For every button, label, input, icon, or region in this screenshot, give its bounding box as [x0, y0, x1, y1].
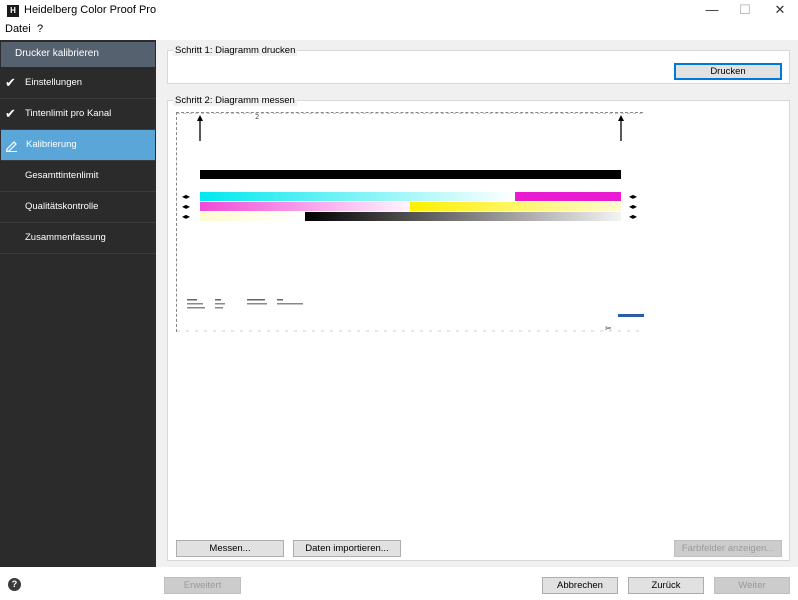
- sidebar-item-label: Zusammenfassung: [25, 232, 106, 243]
- sidebar-item-zusammenfassung[interactable]: Zusammenfassung: [0, 223, 156, 254]
- cancel-button[interactable]: Abbrechen: [542, 577, 618, 594]
- maximize-icon[interactable]: ☐: [728, 0, 762, 22]
- sidebar-item-label: Kalibrierung: [26, 139, 77, 150]
- title-bar: H Heidelberg Color Proof Pro — ☐ ✕: [0, 0, 798, 22]
- next-button[interactable]: Weiter: [714, 577, 790, 594]
- sidebar-item-label: Qualitätskontrolle: [25, 201, 99, 212]
- back-button[interactable]: Zurück: [628, 577, 704, 594]
- sidebar-item-kalibrierung[interactable]: Kalibrierung: [1, 130, 155, 161]
- menu-datei[interactable]: Datei: [5, 23, 31, 35]
- sidebar-item-gesamttintenlimit[interactable]: Gesamttintenlimit: [0, 161, 156, 192]
- sidebar: Drucker kalibrieren ✔ Einstellungen ✔ Ti…: [0, 40, 156, 567]
- app-logo-icon: H: [7, 5, 19, 17]
- print-button[interactable]: Drucken: [674, 63, 782, 80]
- window-title: Heidelberg Color Proof Pro: [24, 4, 157, 16]
- sidebar-item-label: Einstellungen: [25, 77, 83, 88]
- calibration-chart-preview: 2 ◂▸ ◂▸ ◂▸ ◂▸ ◂▸ ◂▸ ✂: [176, 112, 644, 333]
- svg-text:◂▸: ◂▸: [629, 212, 637, 221]
- advanced-button[interactable]: Erweitert: [164, 577, 241, 594]
- svg-text:✂: ✂: [605, 324, 612, 333]
- measure-button[interactable]: Messen...: [176, 540, 284, 557]
- check-icon: ✔: [5, 75, 16, 90]
- svg-text:◂▸: ◂▸: [182, 202, 190, 211]
- svg-text:◂▸: ◂▸: [629, 192, 637, 201]
- sidebar-item-qualitaetskontrolle[interactable]: Qualitätskontrolle: [0, 192, 156, 223]
- help-icon[interactable]: ?: [8, 578, 21, 591]
- minimize-icon[interactable]: —: [695, 0, 729, 22]
- step2-group: 2 ◂▸ ◂▸ ◂▸ ◂▸ ◂▸ ◂▸ ✂ Messen... Daten im…: [167, 100, 790, 561]
- sidebar-item-einstellungen[interactable]: ✔ Einstellungen: [0, 68, 156, 99]
- svg-text:2: 2: [255, 113, 259, 121]
- menu-help[interactable]: ?: [37, 23, 43, 35]
- sidebar-item-label: Gesamttintenlimit: [25, 170, 99, 181]
- sidebar-item-tintenlimit[interactable]: ✔ Tintenlimit pro Kanal: [0, 99, 156, 130]
- import-data-button[interactable]: Daten importieren...: [293, 540, 401, 557]
- step1-label: Schritt 1: Diagramm drucken: [173, 45, 298, 56]
- main-panel: Drucken Schritt 1: Diagramm drucken 2 ◂▸…: [156, 40, 798, 567]
- show-patches-button[interactable]: Farbfelder anzeigen...: [674, 540, 782, 557]
- menu-bar: Datei ?: [0, 22, 798, 38]
- sidebar-header: Drucker kalibrieren: [1, 42, 155, 67]
- step2-label: Schritt 2: Diagramm messen: [173, 95, 297, 106]
- pencil-icon: [5, 130, 18, 163]
- svg-text:◂▸: ◂▸: [629, 202, 637, 211]
- sidebar-item-label: Tintenlimit pro Kanal: [25, 108, 112, 119]
- check-icon: ✔: [5, 106, 16, 121]
- close-icon[interactable]: ✕: [763, 0, 797, 22]
- calibration-chart-graphic: 2 ◂▸ ◂▸ ◂▸ ◂▸ ◂▸ ◂▸ ✂: [177, 112, 644, 333]
- svg-text:◂▸: ◂▸: [182, 192, 190, 201]
- svg-text:◂▸: ◂▸: [182, 212, 190, 221]
